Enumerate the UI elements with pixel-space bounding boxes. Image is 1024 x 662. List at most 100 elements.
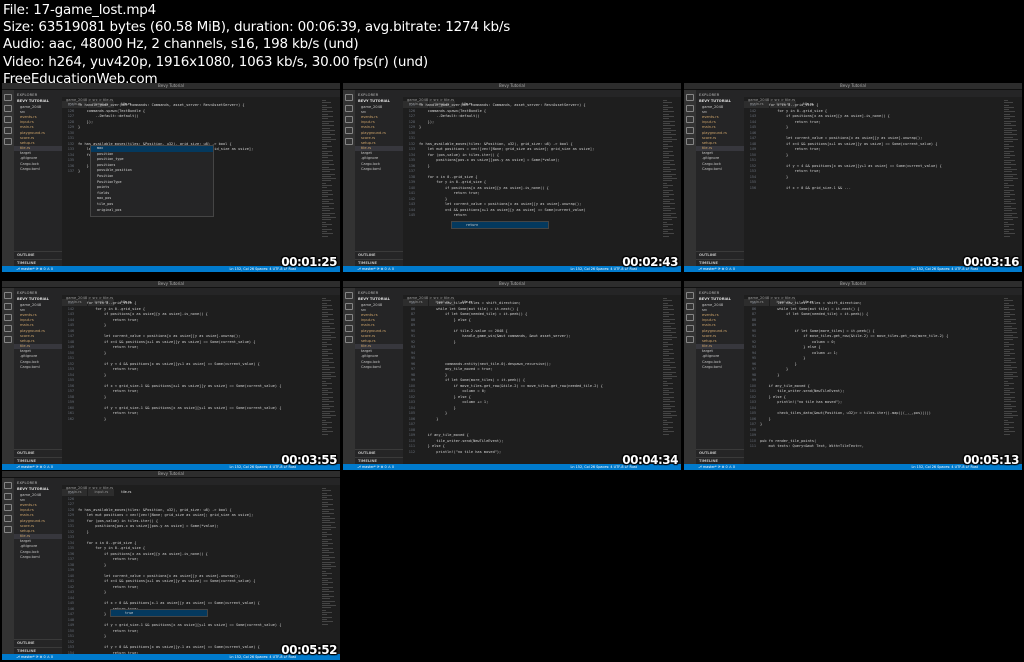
status-left[interactable]: ⎇ master* ⟳ ⊗ 0 ⚠ 0 — [698, 464, 735, 470]
debug-icon[interactable] — [4, 325, 12, 332]
minimap[interactable] — [663, 100, 677, 264]
code-editor[interactable]: main.rs input.rs tile.rs game_2048 > src > … — [403, 90, 681, 266]
debug-icon[interactable] — [345, 127, 353, 134]
outline-section[interactable]: OUTLINE — [696, 449, 744, 456]
status-left[interactable]: ⎇ master* ⟳ ⊗ 0 ⚠ 0 — [16, 654, 53, 660]
code-editor[interactable]: main.rs input.rs tile.rs game_2048 > src > … — [744, 288, 1022, 464]
explorer-file-item[interactable]: Cargo.toml — [14, 166, 62, 171]
status-left[interactable]: ⎇ master* ⟳ ⊗ 0 ⚠ 0 — [16, 266, 53, 272]
search-icon[interactable] — [686, 105, 694, 112]
search-icon[interactable] — [345, 105, 353, 112]
explorer-file-item[interactable]: Cargo.toml — [696, 166, 744, 171]
explorer-file-item[interactable]: Cargo.toml — [696, 364, 744, 369]
minimap-line — [663, 141, 673, 143]
outline-section[interactable]: OUTLINE — [14, 639, 62, 646]
minimap[interactable] — [322, 488, 336, 652]
minimap-line — [663, 104, 668, 106]
search-icon[interactable] — [4, 493, 12, 500]
debug-icon[interactable] — [4, 515, 12, 522]
explorer-file-item[interactable]: Cargo.toml — [355, 166, 403, 171]
suggestion-item[interactable]: true — [111, 610, 207, 616]
timeline-section[interactable]: TIMELINE — [696, 258, 744, 266]
outline-section[interactable]: OUTLINE — [14, 449, 62, 456]
code-lines[interactable]: let new_tiles: tiles = shift_direction; … — [419, 301, 659, 464]
code-lines[interactable]: fn has_available_moves(tiles: &Position,… — [78, 491, 318, 655]
files-icon[interactable] — [345, 94, 353, 101]
code-editor[interactable]: main.rs input.rs tile.rs game_2048 > src > … — [403, 288, 681, 464]
source-control-icon[interactable] — [345, 314, 353, 321]
suggestion-item[interactable]: return — [452, 222, 548, 228]
explorer-file-item[interactable]: Cargo.toml — [14, 554, 62, 559]
files-icon[interactable] — [4, 482, 12, 489]
code-editor[interactable]: main.rs input.rs tile.rs game_2048 > src > … — [62, 478, 340, 660]
outline-section[interactable]: OUTLINE — [14, 251, 62, 258]
source-control-icon[interactable] — [4, 314, 12, 321]
minimap-line — [1004, 431, 1015, 433]
timeline-section[interactable]: TIMELINE — [355, 456, 403, 464]
extensions-icon[interactable] — [345, 138, 353, 145]
search-icon[interactable] — [686, 303, 694, 310]
files-icon[interactable] — [4, 292, 12, 299]
files-icon[interactable] — [345, 292, 353, 299]
source-control-icon[interactable] — [4, 504, 12, 511]
minimap-line — [663, 419, 668, 421]
minimap-line — [1004, 362, 1017, 364]
debug-icon[interactable] — [686, 127, 694, 134]
minimap-line — [663, 371, 677, 373]
code-lines[interactable]: for x in 0..grid_size { for y in 0..grid… — [760, 103, 1000, 266]
explorer-file-item[interactable]: Cargo.toml — [14, 364, 62, 369]
outline-section[interactable]: OUTLINE — [355, 449, 403, 456]
source-control-icon[interactable] — [4, 116, 12, 123]
outline-section[interactable]: OUTLINE — [355, 251, 403, 258]
search-icon[interactable] — [4, 303, 12, 310]
extensions-icon[interactable] — [4, 526, 12, 533]
window-title: Bevy Tutorial — [158, 471, 184, 476]
status-left[interactable]: ⎇ master* ⟳ ⊗ 0 ⚠ 0 — [698, 266, 735, 272]
extensions-icon[interactable] — [4, 336, 12, 343]
suggestion-popup[interactable]: return — [451, 221, 549, 229]
extensions-icon[interactable] — [686, 138, 694, 145]
timeline-section[interactable]: TIMELINE — [14, 456, 62, 464]
extensions-icon[interactable] — [686, 336, 694, 343]
code-editor[interactable]: main.rs input.rs tile.rs game_2048 > src > … — [744, 90, 1022, 266]
minimap-line — [1004, 201, 1011, 203]
files-icon[interactable] — [686, 292, 694, 299]
files-icon[interactable] — [686, 94, 694, 101]
debug-icon[interactable] — [345, 325, 353, 332]
search-icon[interactable] — [4, 105, 12, 112]
timeline-section[interactable]: TIMELINE — [696, 456, 744, 464]
extensions-icon[interactable] — [345, 336, 353, 343]
source-control-icon[interactable] — [686, 116, 694, 123]
minimap-line — [663, 369, 671, 371]
search-icon[interactable] — [345, 303, 353, 310]
code-lines[interactable]: for x in 0..grid_size { for y in 0..grid… — [78, 301, 318, 464]
minimap-line — [1004, 210, 1012, 212]
minimap-line — [663, 337, 677, 339]
suggestion-popup[interactable]: true — [110, 609, 208, 617]
code-editor[interactable]: main.rs input.rs tile.rs game_2048 > src > … — [62, 288, 340, 464]
source-control-icon[interactable] — [345, 116, 353, 123]
minimap[interactable] — [1004, 100, 1018, 264]
minimap[interactable] — [1004, 298, 1018, 462]
debug-icon[interactable] — [4, 127, 12, 134]
status-left[interactable]: ⎇ master* ⟳ ⊗ 0 ⚠ 0 — [357, 464, 394, 470]
minimap[interactable] — [322, 100, 336, 264]
status-left[interactable]: ⎇ master* ⟳ ⊗ 0 ⚠ 0 — [357, 266, 394, 272]
minimap[interactable] — [663, 298, 677, 462]
explorer-file-item[interactable]: Cargo.toml — [355, 364, 403, 369]
extensions-icon[interactable] — [4, 138, 12, 145]
timeline-section[interactable]: TIMELINE — [14, 258, 62, 266]
code-lines[interactable]: let new_tiles: tiles = shift_direction; … — [760, 301, 1000, 464]
code-lines[interactable]: fn handle_game_over(mut commands: Comman… — [419, 103, 659, 266]
source-control-icon[interactable] — [686, 314, 694, 321]
autocomplete-item[interactable]: original_pos — [91, 208, 213, 214]
timeline-section[interactable]: TIMELINE — [355, 258, 403, 266]
minimap[interactable] — [322, 298, 336, 462]
outline-section[interactable]: OUTLINE — [696, 251, 744, 258]
status-left[interactable]: ⎇ master* ⟳ ⊗ 0 ⚠ 0 — [16, 464, 53, 470]
debug-icon[interactable] — [686, 325, 694, 332]
minimap-line — [322, 612, 332, 614]
timeline-section[interactable]: TIMELINE — [14, 646, 62, 654]
files-icon[interactable] — [4, 94, 12, 101]
autocomplete-popup[interactable]: max position position_type positions possibl… — [90, 145, 214, 217]
